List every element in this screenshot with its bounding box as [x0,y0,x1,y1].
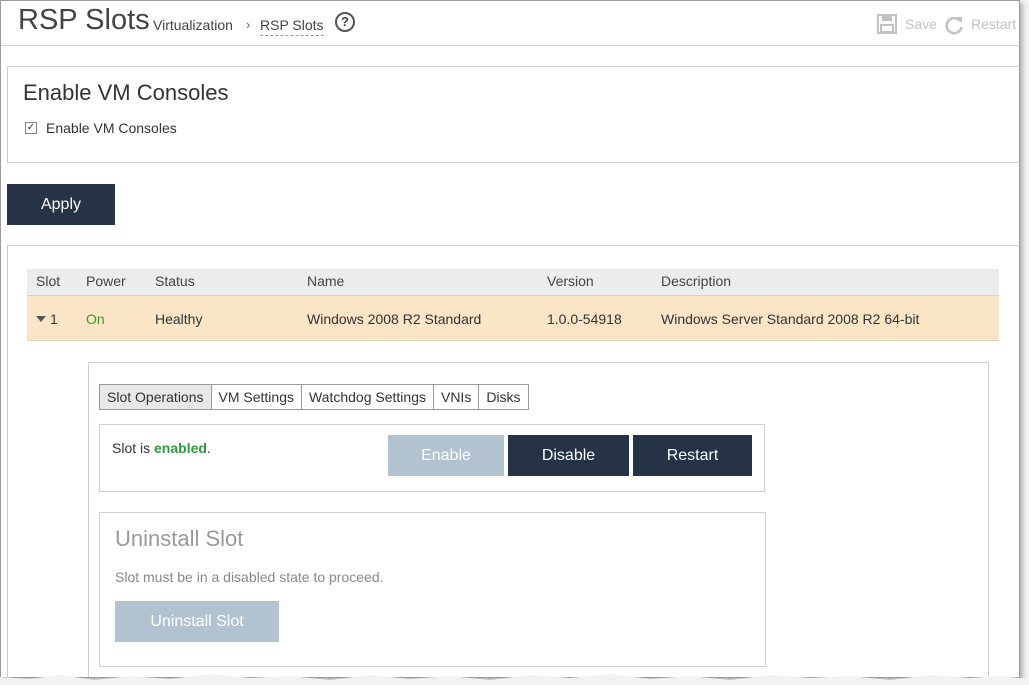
restart-button[interactable]: Restart [633,435,752,476]
restart-icon [945,16,963,35]
save-icon [877,14,897,34]
detail-tabs: Slot Operations VM Settings Watchdog Set… [99,384,529,410]
column-header-power[interactable]: Power [86,273,126,289]
enable-vm-consoles-checkbox[interactable]: ✓ [25,122,37,134]
column-header-status[interactable]: Status [155,273,195,289]
vm-consoles-title: Enable VM Consoles [23,80,229,105]
breadcrumb-virtualization[interactable]: Virtualization [153,17,233,33]
breadcrumb-separator: › [246,17,251,32]
restart-header-button[interactable]: Restart [943,14,1019,36]
tab-watchdog-settings[interactable]: Watchdog Settings [300,384,434,410]
table-header: Slot Power Status Name Version Descripti… [27,269,999,295]
row-description: Windows Server Standard 2008 R2 64-bit [661,311,920,327]
slot-operations-box: Slot is enabled. Enable Disable Restart [99,424,765,492]
row-name: Windows 2008 R2 Standard [307,311,482,327]
tab-vm-settings[interactable]: VM Settings [210,384,302,410]
column-header-slot[interactable]: Slot [36,273,60,289]
page-header: RSP Slots Virtualization › RSP Slots ? S… [1,1,1019,46]
row-status: Healthy [155,311,203,327]
save-button[interactable]: Save [877,14,939,36]
tab-disks[interactable]: Disks [478,384,529,410]
vm-consoles-section: Enable VM Consoles ✓ Enable VM Consoles [7,66,1019,163]
column-header-description[interactable]: Description [661,273,731,289]
table-row[interactable]: 1 On Healthy Windows 2008 R2 Standard 1.… [27,295,999,341]
breadcrumb-rsp-slots[interactable]: RSP Slots [260,17,324,36]
column-header-name[interactable]: Name [307,273,344,289]
row-slot: 1 [50,311,58,327]
apply-button[interactable]: Apply [7,184,115,225]
column-header-version[interactable]: Version [547,273,594,289]
slot-status-suffix: . [206,440,211,456]
enable-vm-consoles-label: Enable VM Consoles [46,120,177,136]
slot-detail-panel: Slot Operations VM Settings Watchdog Set… [88,362,989,677]
restart-label: Restart [971,16,1017,32]
slot-status-value: enabled [154,440,207,456]
slot-status-prefix: Slot is [112,440,155,456]
expand-caret-icon[interactable] [36,316,46,322]
uninstall-slot-box: Uninstall Slot Slot must be in a disable… [99,512,766,667]
save-label: Save [905,16,937,32]
row-power: On [86,311,105,327]
row-version: 1.0.0-54918 [547,311,622,327]
torn-edge-decoration [0,674,1029,685]
uninstall-slot-note: Slot must be in a disabled state to proc… [115,569,384,585]
page-title: RSP Slots [18,4,150,36]
uninstall-slot-title: Uninstall Slot [115,526,244,551]
slot-status-text: Slot is enabled. [112,440,211,456]
disable-button[interactable]: Disable [508,435,629,476]
enable-button[interactable]: Enable [388,435,504,476]
help-icon[interactable]: ? [335,12,355,32]
tab-vnis[interactable]: VNIs [432,384,480,410]
uninstall-slot-button[interactable]: Uninstall Slot [115,601,279,642]
tab-slot-operations[interactable]: Slot Operations [99,384,212,410]
rsp-slots-page: RSP Slots Virtualization › RSP Slots ? S… [0,0,1020,678]
